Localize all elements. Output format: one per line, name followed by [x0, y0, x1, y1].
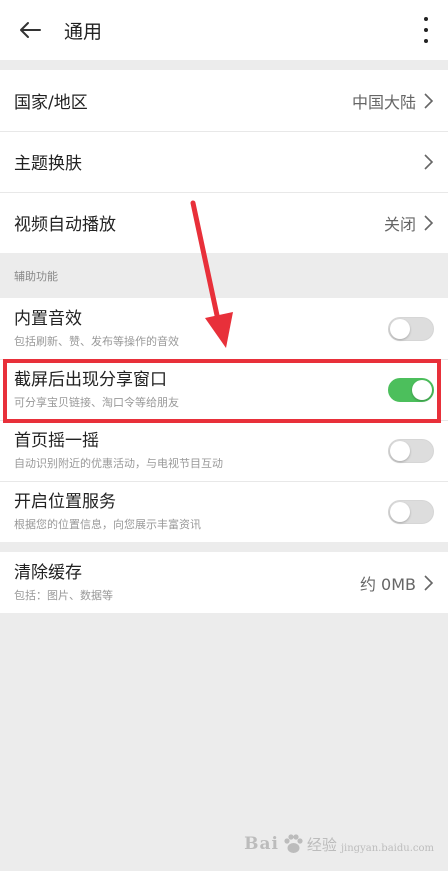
theme-skin-row[interactable]: 主题换肤: [0, 131, 448, 192]
back-arrow-icon: [20, 22, 41, 38]
shake-toggle[interactable]: [388, 438, 434, 463]
country-region-value: 中国大陆: [351, 92, 416, 112]
baidu-paw-icon: [284, 834, 303, 853]
clear-cache-desc: 包括：图片、数据等: [14, 589, 113, 602]
chevron-right-icon: [424, 92, 434, 109]
watermark-domain: jingyan.baidu.com: [340, 842, 434, 854]
screenshot-share-row: 截屏后出现分享窗口 可分享宝贝链接、淘口令等给朋友: [0, 359, 448, 420]
location-service-row: 开启位置服务 根据您的位置信息，向您展示丰富资讯: [0, 481, 448, 542]
theme-skin-label: 主题换肤: [14, 154, 82, 174]
watermark-brand: Bai: [244, 834, 279, 854]
clear-cache-row[interactable]: 清除缓存 包括：图片、数据等 约 0MB: [0, 552, 448, 613]
baidu-jingyan-watermark: Bai 经验 jingyan.baidu.com: [244, 833, 434, 855]
country-region-label: 国家/地区: [14, 93, 88, 113]
section-label-accessibility: 辅助功能: [0, 253, 448, 298]
more-vertical-icon: [424, 17, 428, 21]
chevron-right-icon: [424, 214, 434, 231]
builtin-sound-title: 内置音效: [14, 309, 82, 329]
general-settings-group: 国家/地区 中国大陆 主题换肤 视频自动播放 关闭: [0, 70, 448, 253]
video-autoplay-value: 关闭: [383, 214, 416, 234]
builtin-sound-toggle[interactable]: [388, 316, 434, 341]
shake-desc: 自动识别附近的优惠活动，与电视节目互动: [14, 457, 223, 470]
accessibility-group: 内置音效 包括刷新、赞、发布等操作的音效 截屏后出现分享窗口 可分享宝贝链接、淘…: [0, 298, 448, 542]
chevron-right-icon: [424, 574, 434, 591]
video-autoplay-label: 视频自动播放: [14, 215, 116, 235]
shake-title: 首页摇一摇: [14, 431, 99, 451]
watermark-text: 经验: [306, 835, 337, 854]
builtin-sound-desc: 包括刷新、赞、发布等操作的音效: [14, 335, 179, 348]
screenshot-share-title: 截屏后出现分享窗口: [14, 370, 167, 390]
cache-group: 清除缓存 包括：图片、数据等 约 0MB: [0, 552, 448, 613]
back-button[interactable]: [16, 16, 44, 44]
video-autoplay-row[interactable]: 视频自动播放 关闭: [0, 192, 448, 253]
screenshot-share-toggle[interactable]: [388, 377, 434, 402]
more-options-button[interactable]: [422, 17, 430, 43]
chevron-right-icon: [424, 153, 434, 170]
country-region-row[interactable]: 国家/地区 中国大陆: [0, 70, 448, 131]
builtin-sound-row: 内置音效 包括刷新、赞、发布等操作的音效: [0, 298, 448, 359]
location-service-desc: 根据您的位置信息，向您展示丰富资讯: [14, 518, 201, 531]
location-service-title: 开启位置服务: [14, 492, 116, 512]
location-service-toggle[interactable]: [388, 499, 434, 524]
app-header: 通用: [0, 0, 448, 60]
screenshot-share-desc: 可分享宝贝链接、淘口令等给朋友: [14, 396, 179, 409]
cache-size-value: 约 0MB: [359, 574, 416, 594]
shake-row: 首页摇一摇 自动识别附近的优惠活动，与电视节目互动: [0, 420, 448, 481]
clear-cache-title: 清除缓存: [14, 563, 82, 583]
page-title: 通用: [64, 20, 103, 43]
